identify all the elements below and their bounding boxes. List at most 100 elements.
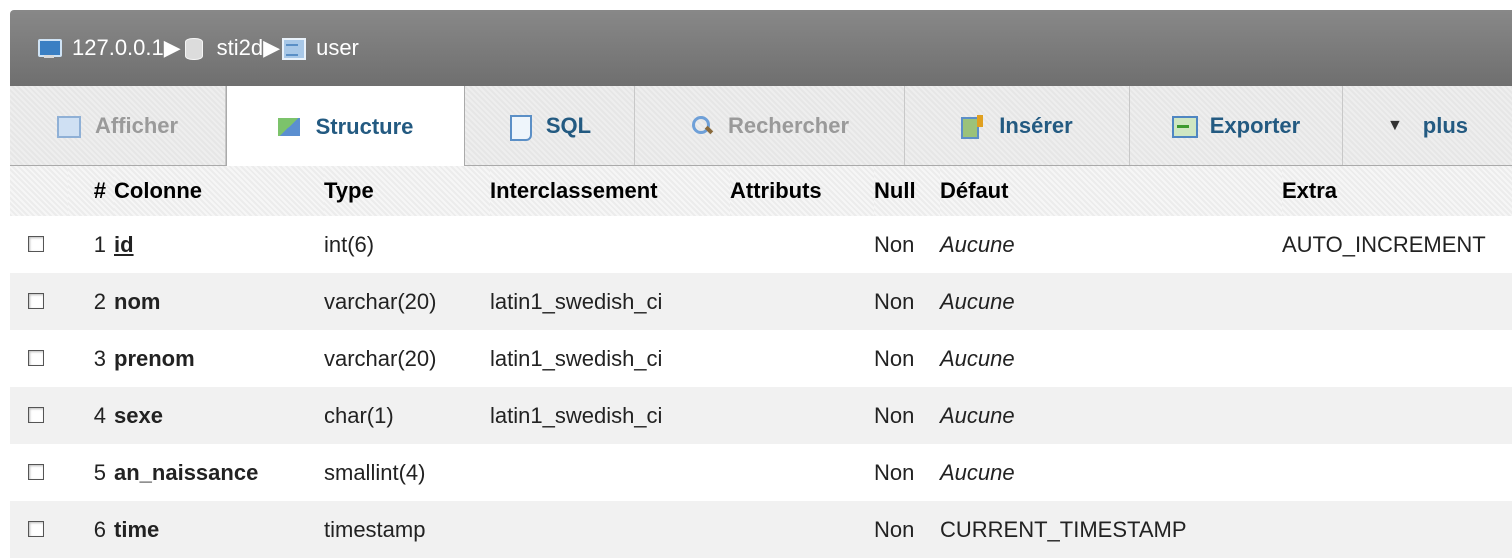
breadcrumb-table[interactable]: user <box>280 35 359 61</box>
breadcrumb: 127.0.0.1 ▶ sti2d ▶ user <box>10 10 1512 86</box>
header-default[interactable]: Défaut <box>940 166 1282 216</box>
breadcrumb-server[interactable]: 127.0.0.1 <box>36 35 164 61</box>
column-attributes <box>730 387 874 444</box>
column-collation <box>490 444 730 501</box>
column-type: smallint(4) <box>324 444 490 501</box>
browse-icon <box>56 115 81 138</box>
tab-browse-label: Afficher <box>94 112 179 138</box>
structure-table: # Colonne Type Interclassement Attributs… <box>10 166 1512 558</box>
server-icon <box>36 37 62 59</box>
header-num: # <box>68 166 114 216</box>
column-attributes <box>730 330 874 387</box>
column-null: Non <box>874 216 940 273</box>
column-attributes <box>730 273 874 330</box>
header-type[interactable]: Type <box>324 166 490 216</box>
column-extra <box>1282 501 1512 558</box>
tab-insert-label: Insérer <box>999 112 1073 138</box>
column-null: Non <box>874 387 940 444</box>
column-extra: AUTO_INCREMENT <box>1282 216 1512 273</box>
table-row: 5 an_naissance smallint(4) Non Aucune <box>10 444 1512 501</box>
database-icon <box>181 37 207 60</box>
column-collation <box>490 501 730 558</box>
column-attributes <box>730 216 874 273</box>
header-column[interactable]: Colonne <box>114 166 324 216</box>
column-name[interactable]: nom <box>114 273 324 330</box>
tab-export[interactable]: Exporter <box>1130 86 1343 165</box>
sql-icon <box>508 114 532 141</box>
column-default: Aucune <box>940 273 1282 330</box>
column-collation: latin1_swedish_ci <box>490 387 730 444</box>
breadcrumb-server-label[interactable]: 127.0.0.1 <box>72 35 164 61</box>
column-name[interactable]: an_naissance <box>114 444 324 501</box>
column-default: Aucune <box>940 387 1282 444</box>
column-extra <box>1282 444 1512 501</box>
row-checkbox[interactable] <box>28 520 44 537</box>
row-checkbox[interactable] <box>28 463 44 480</box>
row-checkbox-cell <box>10 330 68 387</box>
row-checkbox[interactable] <box>28 349 44 366</box>
column-name[interactable]: sexe <box>114 387 324 444</box>
export-icon <box>1171 115 1198 138</box>
column-name[interactable]: prenom <box>114 330 324 387</box>
column-extra <box>1282 273 1512 330</box>
column-type: varchar(20) <box>324 273 490 330</box>
tab-browse[interactable]: Afficher <box>10 86 226 165</box>
column-name[interactable]: id <box>114 216 324 273</box>
column-type: varchar(20) <box>324 330 490 387</box>
row-num: 1 <box>68 216 114 273</box>
breadcrumb-table-label[interactable]: user <box>316 35 359 61</box>
row-checkbox[interactable] <box>28 406 44 423</box>
column-default: Aucune <box>940 330 1282 387</box>
column-null: Non <box>874 330 940 387</box>
header-checkbox-col <box>10 166 68 216</box>
column-type: char(1) <box>324 387 490 444</box>
row-checkbox[interactable] <box>28 235 44 252</box>
column-extra <box>1282 387 1512 444</box>
structure-icon <box>277 116 302 138</box>
tab-structure[interactable]: Structure <box>226 86 465 167</box>
tab-more-label: plus <box>1422 112 1469 138</box>
column-default: Aucune <box>940 216 1282 273</box>
insert-icon <box>961 114 985 139</box>
column-collation <box>490 216 730 273</box>
tab-sql[interactable]: SQL <box>465 86 635 165</box>
row-num: 5 <box>68 444 114 501</box>
row-num: 6 <box>68 501 114 558</box>
column-attributes <box>730 501 874 558</box>
column-attributes <box>730 444 874 501</box>
row-num: 2 <box>68 273 114 330</box>
tab-search-label: Rechercher <box>727 112 850 138</box>
header-attributes[interactable]: Attributs <box>730 166 874 216</box>
tab-sql-label: SQL <box>545 112 592 138</box>
row-checkbox-cell <box>10 273 68 330</box>
row-checkbox-cell <box>10 501 68 558</box>
column-type: int(6) <box>324 216 490 273</box>
table-row: 3 prenom varchar(20) latin1_swedish_ci N… <box>10 330 1512 387</box>
breadcrumb-separator-icon: ▶ <box>263 35 281 60</box>
table-row: 6 time timestamp Non CURRENT_TIMESTAMP <box>10 501 1512 558</box>
tab-search[interactable]: Rechercher <box>635 86 905 165</box>
table-header-row: # Colonne Type Interclassement Attributs… <box>10 166 1512 216</box>
header-collation[interactable]: Interclassement <box>490 166 730 216</box>
header-extra[interactable]: Extra <box>1282 166 1512 216</box>
row-checkbox[interactable] <box>28 292 44 309</box>
column-null: Non <box>874 444 940 501</box>
table-row: 2 nom varchar(20) latin1_swedish_ci Non … <box>10 273 1512 330</box>
table-row: 4 sexe char(1) latin1_swedish_ci Non Auc… <box>10 387 1512 444</box>
breadcrumb-database[interactable]: sti2d <box>181 35 263 61</box>
breadcrumb-separator-icon: ▶ <box>163 35 181 60</box>
column-extra <box>1282 330 1512 387</box>
row-checkbox-cell <box>10 216 68 273</box>
tab-structure-label: Structure <box>315 113 414 139</box>
tab-bar: Afficher Structure SQL Rechercher Insére… <box>10 86 1512 167</box>
column-null: Non <box>874 501 940 558</box>
triangle-down-icon: ▼ <box>1386 116 1403 134</box>
column-null: Non <box>874 273 940 330</box>
column-name[interactable]: time <box>114 501 324 558</box>
tab-insert[interactable]: Insérer <box>905 86 1130 165</box>
header-null[interactable]: Null <box>874 166 940 216</box>
column-collation: latin1_swedish_ci <box>490 273 730 330</box>
column-collation: latin1_swedish_ci <box>490 330 730 387</box>
breadcrumb-database-label[interactable]: sti2d <box>217 35 263 61</box>
tab-more[interactable]: ▼ plus <box>1343 86 1512 165</box>
